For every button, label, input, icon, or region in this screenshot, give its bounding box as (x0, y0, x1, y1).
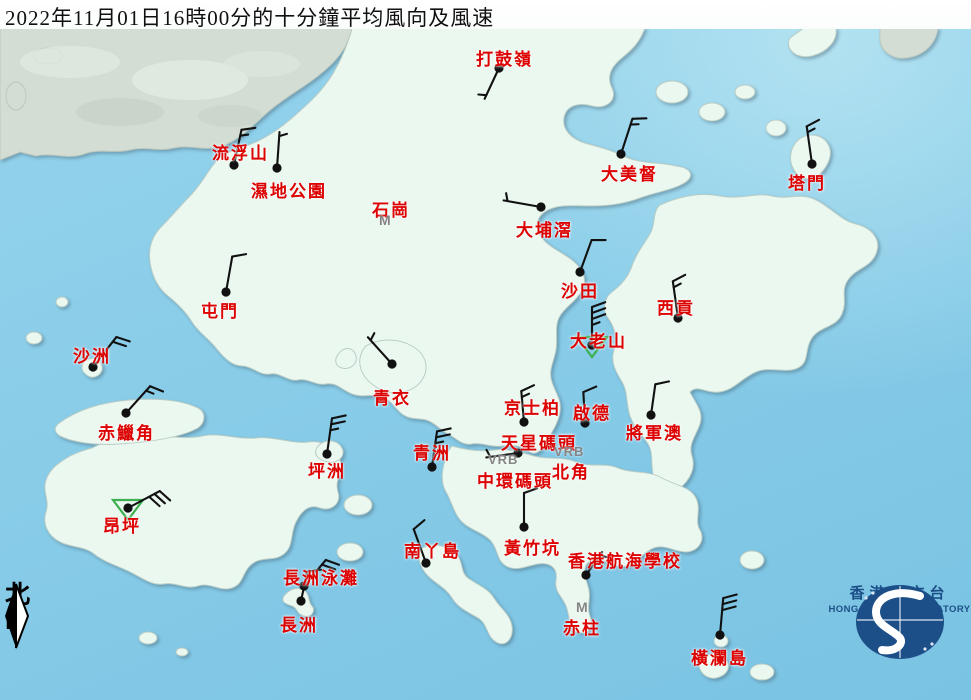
station-dot[interactable] (322, 449, 331, 458)
station-dot[interactable] (123, 503, 132, 512)
hko-logo: 香港天文台 HONG KONG OBSERVATORY (828, 580, 971, 615)
hko-logo-icon (828, 580, 971, 660)
station-ta-kwu-ling[interactable] (478, 63, 503, 98)
station-kai-tak[interactable] (580, 387, 596, 428)
station-dot[interactable] (807, 159, 816, 168)
station-dot[interactable] (587, 340, 596, 349)
station-tates-cairn[interactable] (577, 302, 607, 357)
station-sha-tin[interactable] (575, 240, 605, 277)
station-dot[interactable] (646, 410, 655, 419)
station-dot[interactable] (673, 313, 682, 322)
station-dot[interactable] (616, 149, 625, 158)
station-dot[interactable] (221, 287, 230, 296)
station-waglan-island[interactable] (715, 595, 736, 640)
map-title: 2022年11月01日16時00分的十分鐘平均風向及風速 (5, 2, 494, 32)
station-dot[interactable] (575, 267, 584, 276)
wind-map-app: 打鼓嶺流浮山濕地公園石崗M大美督塔門大埔滘沙田西貢大老山屯門沙洲赤鱲角青衣坪洲昂… (0, 0, 971, 700)
station-sai-kung[interactable] (673, 275, 685, 323)
north-compass: 北 N (2, 582, 42, 632)
station-dot[interactable] (229, 160, 238, 169)
station-dot[interactable] (272, 163, 281, 172)
station-wetland-park[interactable] (272, 132, 287, 173)
station-ngong-ping[interactable] (113, 491, 170, 520)
station-lau-fau-shan[interactable] (229, 128, 255, 170)
station-dot[interactable] (519, 417, 528, 426)
station-wong-chuk-hang[interactable] (519, 488, 537, 531)
station-dot[interactable] (715, 630, 724, 639)
station-tseung-kwan-o[interactable] (646, 381, 669, 419)
station-dot[interactable] (121, 408, 130, 417)
station-dot[interactable] (88, 362, 97, 371)
station-dot[interactable] (296, 596, 305, 605)
station-dot[interactable] (580, 418, 589, 427)
station-dot[interactable] (581, 570, 590, 579)
station-green-island[interactable] (427, 428, 450, 471)
station-peng-chau[interactable] (322, 415, 345, 458)
station-dot[interactable] (519, 522, 528, 531)
station-tsing-yi[interactable] (368, 333, 397, 368)
station-lamma-island[interactable] (414, 520, 431, 567)
station-tuen-mun[interactable] (221, 254, 246, 296)
station-dot[interactable] (494, 63, 503, 72)
station-cheung-chau-beach[interactable] (299, 560, 339, 591)
station-dot[interactable] (387, 359, 396, 368)
station-kings-park[interactable] (519, 385, 534, 426)
north-arrow-icon (2, 582, 36, 650)
station-dot[interactable] (427, 462, 436, 471)
station-tai-po-kau[interactable] (504, 193, 546, 211)
title-bar: 2022年11月01日16時00分的十分鐘平均風向及風速 (0, 0, 971, 29)
station-tap-mun[interactable] (807, 120, 819, 169)
station-hk-sea-school[interactable] (581, 552, 607, 580)
station-dot[interactable] (536, 202, 545, 211)
station-sha-chau[interactable] (88, 337, 129, 372)
station-star-ferry-pier[interactable] (486, 448, 522, 457)
station-dot[interactable] (513, 448, 522, 457)
station-tai-mei-tuk[interactable] (616, 118, 646, 158)
stations-layer (0, 0, 971, 700)
station-chek-lap-kok[interactable] (121, 386, 163, 417)
station-dot[interactable] (421, 558, 430, 567)
